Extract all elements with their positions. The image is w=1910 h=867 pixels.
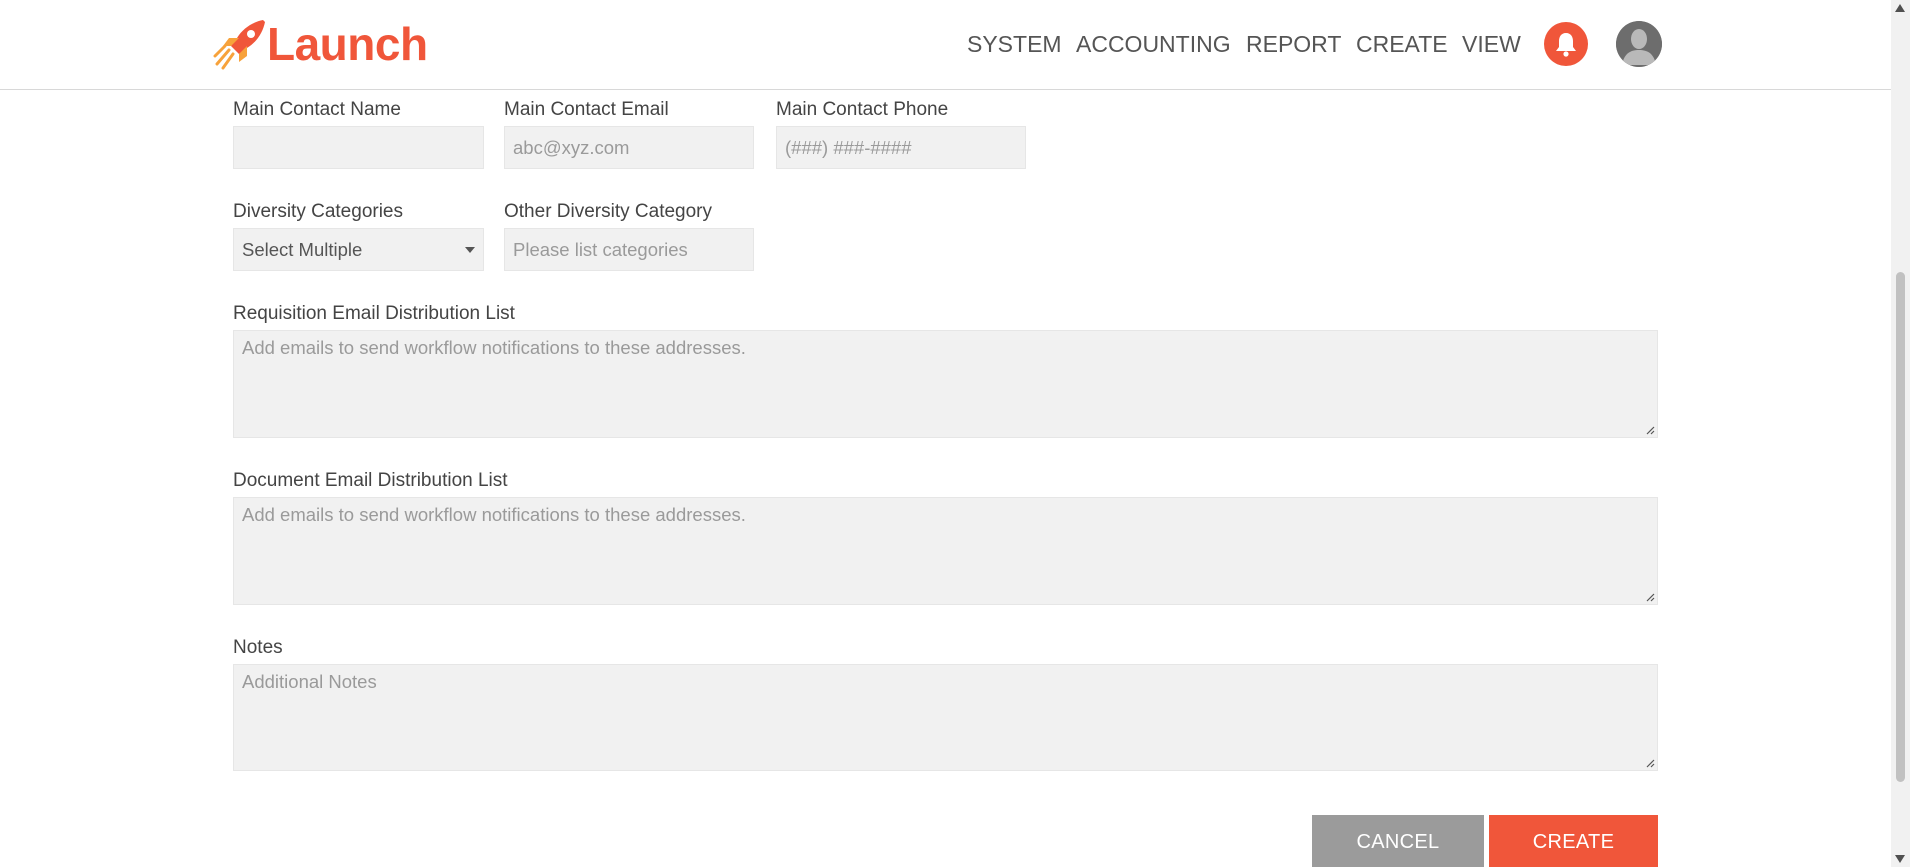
main-contact-email-placeholder: abc@xyz.com — [513, 136, 630, 158]
create-button[interactable]: CREATE — [1489, 815, 1658, 867]
diversity-categories-label: Diversity Categories — [233, 201, 403, 222]
main-contact-name-label: Main Contact Name — [233, 99, 401, 120]
other-diversity-category-label: Other Diversity Category — [504, 201, 713, 222]
diversity-categories-select[interactable]: Select Multiple — [233, 228, 484, 271]
resize-handle-icon[interactable] — [1645, 758, 1655, 768]
vertical-scrollbar[interactable] — [1891, 0, 1910, 867]
document-email-list-textarea[interactable]: Add emails to send workflow notification… — [233, 497, 1658, 605]
nav-accounting[interactable]: ACCOUNTING — [1076, 26, 1231, 62]
nav-view[interactable]: VIEW — [1462, 26, 1521, 62]
requisition-email-list-textarea[interactable]: Add emails to send workflow notification… — [233, 330, 1658, 438]
cancel-button[interactable]: CANCEL — [1312, 815, 1484, 867]
resize-handle-icon[interactable] — [1645, 592, 1655, 602]
other-diversity-category-input[interactable]: Please list categories — [504, 228, 754, 271]
nav-system[interactable]: SYSTEM — [967, 26, 1062, 62]
resize-handle-icon[interactable] — [1645, 425, 1655, 435]
scroll-up-arrow-icon[interactable] — [1895, 4, 1905, 12]
main-contact-phone-placeholder: (###) ###-#### — [785, 136, 912, 158]
main-contact-phone-input[interactable]: (###) ###-#### — [776, 126, 1026, 169]
logo-text: Launch — [267, 18, 428, 70]
notifications-button[interactable] — [1544, 22, 1588, 66]
notes-placeholder: Additional Notes — [242, 671, 377, 692]
user-avatar-icon — [1616, 21, 1662, 67]
document-email-list-placeholder: Add emails to send workflow notification… — [242, 504, 746, 525]
nav-create[interactable]: CREATE — [1356, 26, 1448, 62]
main-contact-phone-label: Main Contact Phone — [776, 99, 949, 120]
document-email-list-label: Document Email Distribution List — [233, 470, 508, 491]
bell-icon — [1556, 33, 1576, 57]
top-header: Launch SYSTEM ACCOUNTING REPORT CREATE V… — [0, 0, 1891, 90]
scroll-down-arrow-icon[interactable] — [1895, 855, 1905, 863]
requisition-email-list-placeholder: Add emails to send workflow notification… — [242, 337, 746, 358]
chevron-down-icon — [465, 246, 475, 253]
launch-logo[interactable]: Launch — [213, 16, 428, 72]
main-contact-email-label: Main Contact Email — [504, 99, 669, 120]
requisition-email-list-label: Requisition Email Distribution List — [233, 303, 515, 324]
rocket-icon — [213, 20, 265, 70]
notes-textarea[interactable]: Additional Notes — [233, 664, 1658, 771]
nav-report[interactable]: REPORT — [1246, 26, 1341, 62]
main-contact-name-input[interactable] — [233, 126, 484, 169]
user-avatar-button[interactable] — [1616, 21, 1662, 67]
main-contact-email-input[interactable]: abc@xyz.com — [504, 126, 754, 169]
scrollbar-thumb[interactable] — [1896, 272, 1905, 782]
notes-label: Notes — [233, 637, 283, 658]
other-diversity-category-placeholder: Please list categories — [513, 238, 688, 260]
diversity-categories-value: Select Multiple — [242, 238, 363, 260]
